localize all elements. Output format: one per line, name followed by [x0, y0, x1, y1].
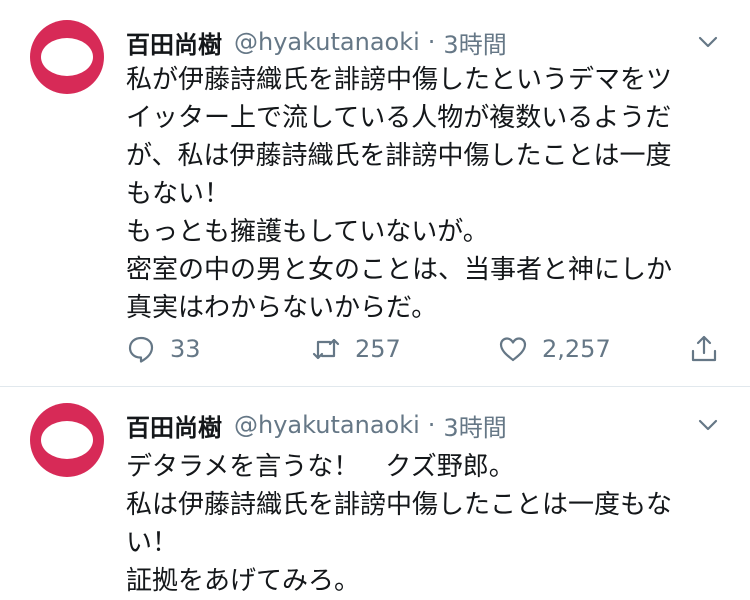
tweet-text-line: 密室の中の男と女のことは、当事者と神にしか [126, 255, 673, 285]
tweet-header: 百田尚樹 @hyakutanaoki · 3時間 [126, 24, 507, 60]
reply-button[interactable]: 33 [126, 334, 201, 364]
tweet-text-line: イッター上で流している人物が複数いるようだ [126, 103, 672, 133]
retweet-button[interactable]: 257 [311, 334, 401, 364]
tweet-text-line: デタラメを言うな！ クズ野郎。 [126, 452, 515, 482]
tweet-text: 私が伊藤詩織氏を誹謗中傷したというデマをツ イッター上で流している人物が複数いる… [126, 61, 726, 327]
reply-count: 33 [170, 335, 201, 363]
user-name[interactable]: 百田尚樹 [126, 408, 222, 443]
tweet-text-line: が、私は伊藤詩織氏を誹謗中傷したことは一度 [126, 141, 672, 171]
like-button[interactable]: 2,257 [498, 334, 611, 364]
separator: · [427, 28, 436, 56]
heart-icon [499, 337, 527, 362]
timestamp[interactable]: 3時間 [443, 25, 506, 60]
tweet-text-line: もない！ [126, 179, 231, 209]
tweet-actions: 33 257 2,257 [126, 334, 720, 370]
chevron-down-icon[interactable] [696, 30, 720, 54]
timestamp[interactable]: 3時間 [443, 408, 506, 443]
tweet-text: デタラメを言うな！ クズ野郎。 私は伊藤詩織氏を誹謗中傷したことは一度もな い！… [126, 448, 726, 600]
tweet[interactable]: 百田尚樹 @hyakutanaoki · 3時間 デタラメを言うな！ クズ野郎。… [0, 387, 750, 600]
reply-icon [128, 336, 154, 363]
avatar[interactable] [30, 20, 104, 94]
separator: · [427, 411, 436, 439]
share-icon [691, 335, 717, 362]
user-name[interactable]: 百田尚樹 [126, 25, 222, 60]
tweet-text-line: もっとも擁護もしていないが。 [126, 217, 489, 247]
retweet-count: 257 [355, 335, 401, 363]
like-count: 2,257 [542, 335, 611, 363]
tweet-header: 百田尚樹 @hyakutanaoki · 3時間 [126, 407, 507, 443]
retweet-icon [312, 338, 340, 360]
tweet[interactable]: 百田尚樹 @hyakutanaoki · 3時間 私が伊藤詩織氏を誹謗中傷したと… [0, 0, 750, 386]
user-handle[interactable]: @hyakutanaoki [234, 28, 420, 56]
share-button[interactable] [689, 334, 733, 364]
tweet-text-line: 真実はわからないからだ。 [126, 293, 438, 323]
tweet-text-line: 私は伊藤詩織氏を誹謗中傷したことは一度もな [126, 490, 673, 520]
chevron-down-icon[interactable] [696, 413, 720, 437]
tweet-text-line: 証拠をあげてみろ。 [126, 566, 361, 596]
avatar[interactable] [30, 403, 104, 477]
tweet-text-line: 私が伊藤詩織氏を誹謗中傷したというデマをツ [126, 65, 673, 95]
tweet-text-line: い！ [126, 528, 179, 558]
user-handle[interactable]: @hyakutanaoki [234, 411, 420, 439]
